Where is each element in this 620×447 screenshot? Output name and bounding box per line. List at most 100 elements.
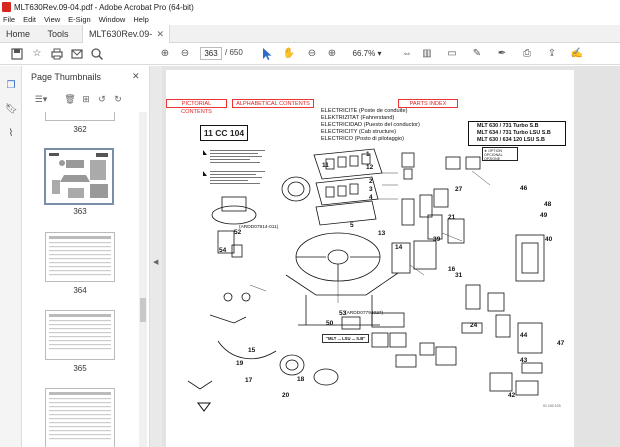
main-toolbar: ☆ ⊕ ⊖ 363 / 650 ✋ ⊖ ⊕ 66.7% ▾ ⇔ ▥ ▭ ✎ ✒ … <box>0 43 620 65</box>
callout: 15 <box>248 347 256 354</box>
menu-esign[interactable]: E-Sign <box>68 15 91 24</box>
callout: 42 <box>508 392 516 399</box>
thumbnail-label: 363 <box>73 207 87 216</box>
menu-view[interactable]: View <box>44 15 60 24</box>
pictorial-contents-link[interactable]: PICTORIAL CONTENTS <box>166 99 227 115</box>
zoom-in-icon[interactable]: ⊕ <box>325 47 339 61</box>
panel-splitter[interactable]: ◀ <box>150 66 162 447</box>
thumbnail-page[interactable] <box>45 112 115 121</box>
highlight-icon[interactable]: ✎ <box>470 47 484 61</box>
callout: 21 <box>448 214 456 221</box>
scroll-mode-icon[interactable]: ▥ <box>420 47 434 61</box>
tab-bar: Home Tools MLT630Rev.09-04... ✕ <box>0 25 620 57</box>
window-title: MLT630Rev.09-04.pdf - Adobe Acrobat Pro … <box>14 2 194 12</box>
zoom-value: 66.7% <box>352 49 376 58</box>
stamp-icon[interactable]: ⎙ <box>520 47 534 61</box>
panel-toolbar: ☰▾ 🗑︎ ⊞ ↺ ↻ <box>28 93 144 107</box>
close-panel-icon[interactable]: ✕ <box>132 71 140 82</box>
scrollbar-thumb[interactable] <box>140 298 146 322</box>
pen-icon[interactable]: ✒ <box>495 47 509 61</box>
callout: 48 <box>544 201 552 208</box>
page-thumbnails-icon[interactable]: ❐ <box>5 80 17 92</box>
next-page-icon[interactable]: ⊖ <box>178 47 192 61</box>
search-icon[interactable] <box>90 47 104 61</box>
callout: 19 <box>236 360 244 367</box>
heading-de: ELEKTRIZITAT (Fahrerstand) <box>321 115 395 121</box>
reference-code: (ARDD07794027) <box>345 311 384 316</box>
callout: 2 <box>369 178 373 185</box>
mail-icon[interactable] <box>70 47 84 61</box>
acrobat-icon <box>2 2 11 12</box>
callout: 54 <box>219 247 227 254</box>
thumbnail-preview <box>49 314 111 350</box>
tab-tools[interactable]: Tools <box>38 25 78 43</box>
alphabetical-contents-link[interactable]: ALPHABETICAL CONTENTS <box>232 99 314 108</box>
callout: 40 <box>545 236 553 243</box>
thumbnail-page[interactable] <box>45 388 115 447</box>
callout: 39 <box>433 236 441 243</box>
thumbnail-label: 365 <box>73 364 87 373</box>
page-nav-triangle-icon[interactable] <box>197 402 211 412</box>
bookmark-star-icon[interactable]: ☆ <box>30 47 44 61</box>
left-rail: ❐ 🔖︎ ⌇ <box>0 66 22 447</box>
thumbnail-page[interactable] <box>45 232 115 282</box>
heading-en: ELECTRICITY (Cab structure) <box>321 129 397 135</box>
callout: 44 <box>520 332 528 339</box>
tab-home[interactable]: Home <box>0 25 36 43</box>
page-total: / 650 <box>225 48 243 57</box>
comment-icon[interactable]: ▭ <box>445 47 459 61</box>
rotate-right-icon[interactable]: ↻ <box>112 93 124 106</box>
menu-file[interactable]: File <box>3 15 15 24</box>
hand-tool-icon[interactable]: ✋ <box>282 47 296 61</box>
save-icon[interactable] <box>10 47 24 61</box>
attachments-icon[interactable]: ⌇ <box>5 128 17 140</box>
menu-window[interactable]: Window <box>99 15 126 24</box>
collapse-panel-icon[interactable]: ◀ <box>153 258 158 266</box>
delete-page-icon[interactable]: 🗑︎ <box>64 93 76 106</box>
select-cursor-icon[interactable] <box>260 47 274 61</box>
zoom-level[interactable]: 66.7% ▾ <box>345 47 389 60</box>
heading-it: ELECTRICO (Posto di pilotaggio) <box>321 136 405 142</box>
callout: 4 <box>369 194 373 201</box>
thumbnail-label: 362 <box>73 125 87 134</box>
page-number-input[interactable]: 363 <box>200 47 222 60</box>
tab-document[interactable]: MLT630Rev.09-04... ✕ <box>82 25 170 57</box>
callout: 24 <box>470 322 478 329</box>
sign-icon[interactable]: ✍ <box>570 47 584 61</box>
thumbnail-options-icon[interactable]: ☰▾ <box>32 93 50 106</box>
menu-help[interactable]: Help <box>133 15 148 24</box>
insert-page-icon[interactable]: ⊞ <box>80 93 92 106</box>
callout: 53 <box>339 310 347 317</box>
document-id: 01 100 103 <box>543 404 561 408</box>
previous-page-icon[interactable]: ⊕ <box>158 47 172 61</box>
print-icon[interactable] <box>50 47 64 61</box>
section-code: 11 CC 104 <box>200 125 248 141</box>
model-line: MLT 630 / 731 Turbo S.B <box>477 123 539 129</box>
rotate-left-icon[interactable]: ↺ <box>96 93 108 106</box>
zoom-out-icon[interactable]: ⊖ <box>305 47 319 61</box>
panel-title: Page Thumbnails <box>31 72 101 82</box>
thumbnail-page[interactable] <box>45 310 115 360</box>
bookmarks-icon[interactable]: 🔖︎ <box>5 104 18 116</box>
model-line: MLT 634 / 731 Turbo LSU S.B <box>477 130 551 136</box>
window-titlebar: MLT630Rev.09-04.pdf - Adobe Acrobat Pro … <box>0 0 620 14</box>
callout: 31 <box>455 272 463 279</box>
callout: 3 <box>369 186 373 193</box>
callout: 46 <box>520 185 528 192</box>
menu-bar: File Edit View E-Sign Window Help <box>0 14 620 25</box>
callout: 43 <box>520 357 528 364</box>
parts-index-link[interactable]: PARTS INDEX <box>398 99 458 108</box>
callout: 5 <box>350 222 354 229</box>
thumbnails-scrollbar[interactable] <box>139 112 147 447</box>
share-icon[interactable]: ⇪ <box>545 47 559 61</box>
heading-es: ELECTRICIDAD (Puesto del conductor) <box>321 122 420 128</box>
thumbnail-preview <box>49 236 111 276</box>
fit-page-icon[interactable]: ⇔ <box>400 47 414 61</box>
close-tab-icon[interactable]: ✕ <box>156 25 164 43</box>
thumbnail-label: 364 <box>73 286 87 295</box>
callout: 47 <box>557 340 565 347</box>
callout: 17 <box>245 377 253 384</box>
callout: 12 <box>366 164 374 171</box>
menu-edit[interactable]: Edit <box>23 15 36 24</box>
thumbnail-page-selected[interactable] <box>44 148 114 205</box>
